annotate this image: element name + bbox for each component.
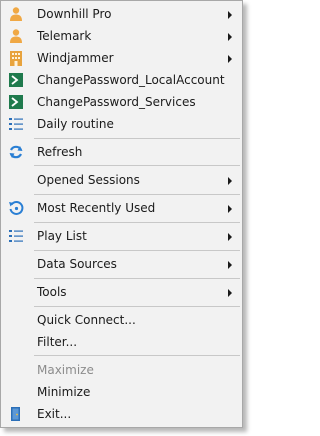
menu-item-exit[interactable]: Exit...	[2, 403, 241, 425]
list-icon	[8, 116, 24, 132]
submenu-arrow-icon	[228, 233, 232, 241]
building-icon	[8, 50, 24, 66]
menu-item-label: Most Recently Used	[37, 201, 156, 215]
menu-item-label: Daily routine	[37, 117, 114, 131]
menu-item-label: Opened Sessions	[37, 173, 140, 187]
menu-item-label: Quick Connect...	[37, 313, 136, 327]
submenu-arrow-icon	[228, 33, 232, 41]
menu-separator	[34, 278, 240, 279]
menu-item-label: Play List	[37, 229, 87, 243]
menu-item-filter[interactable]: Filter...	[2, 331, 241, 353]
menu-item-label: Filter...	[37, 335, 78, 349]
menu-item-opened-sessions[interactable]: Opened Sessions	[2, 169, 241, 191]
submenu-arrow-icon	[228, 205, 232, 213]
menu-item-label: ChangePassword_Services	[37, 95, 196, 109]
menu-item-play-list[interactable]: Play List	[2, 225, 241, 247]
person-icon	[8, 28, 24, 44]
list-icon	[8, 228, 24, 244]
refresh-icon	[8, 144, 24, 160]
menu-item-label: Exit...	[37, 407, 72, 421]
menu-item-label: Refresh	[37, 145, 83, 159]
powershell-icon	[8, 72, 24, 88]
menu-item-quick-connect[interactable]: Quick Connect...	[2, 309, 241, 331]
exit-door-icon	[8, 406, 24, 422]
person-icon	[8, 6, 24, 22]
menu-separator	[34, 194, 240, 195]
menu-item-label: ChangePassword_LocalAccount	[37, 73, 225, 87]
menu-item-changepassword-services[interactable]: ChangePassword_Services	[2, 91, 241, 113]
menu-item-minimize[interactable]: Minimize	[2, 381, 241, 403]
submenu-arrow-icon	[228, 261, 232, 269]
menu-item-data-sources[interactable]: Data Sources	[2, 253, 241, 275]
powershell-icon	[8, 94, 24, 110]
menu-separator	[34, 355, 240, 356]
menu-item-label: Maximize	[37, 363, 94, 377]
menu-item-label: Telemark	[37, 29, 92, 43]
submenu-arrow-icon	[228, 11, 232, 19]
submenu-arrow-icon	[228, 55, 232, 63]
menu-separator	[34, 250, 240, 251]
menu-item-label: Data Sources	[37, 257, 117, 271]
history-icon	[8, 200, 24, 216]
menu-item-label: Minimize	[37, 385, 91, 399]
menu-separator	[34, 306, 240, 307]
menu-item-telemark[interactable]: Telemark	[2, 25, 241, 47]
menu-item-label: Tools	[37, 285, 67, 299]
menu-item-label: Downhill Pro	[37, 7, 112, 21]
menu-item-maximize: Maximize	[2, 359, 241, 381]
menu-item-daily-routine[interactable]: Daily routine	[2, 113, 241, 135]
submenu-arrow-icon	[228, 289, 232, 297]
menu-item-changepassword-localaccount[interactable]: ChangePassword_LocalAccount	[2, 69, 241, 91]
menu-item-windjammer[interactable]: Windjammer	[2, 47, 241, 69]
menu-item-refresh[interactable]: Refresh	[2, 141, 241, 163]
menu-separator	[34, 165, 240, 166]
menu-item-downhill-pro[interactable]: Downhill Pro	[2, 3, 241, 25]
menu-item-label: Windjammer	[37, 51, 114, 65]
menu-separator	[34, 222, 240, 223]
submenu-arrow-icon	[228, 177, 232, 185]
menu-item-tools[interactable]: Tools	[2, 281, 241, 303]
menu-item-most-recently-used[interactable]: Most Recently Used	[2, 197, 241, 219]
context-menu: Downhill Pro Telemark Windjammer ChangeP…	[0, 0, 243, 428]
menu-separator	[34, 138, 240, 139]
